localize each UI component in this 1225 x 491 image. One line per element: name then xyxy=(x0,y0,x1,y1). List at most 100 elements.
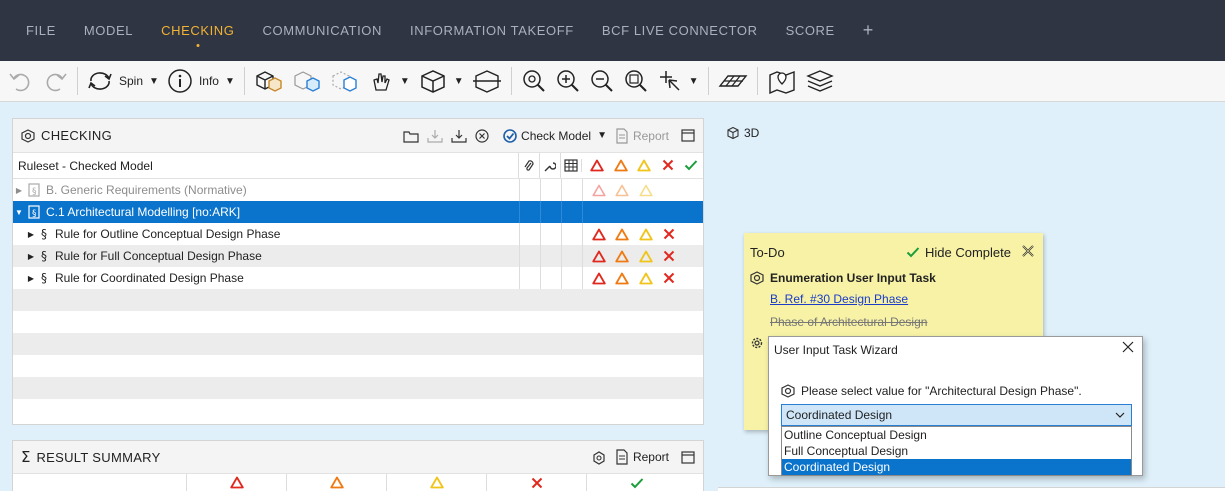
spin-button[interactable]: Spin ▼ xyxy=(83,65,163,97)
maximize-summary-button[interactable] xyxy=(681,450,695,464)
rule-row[interactable]: ▶ § Rule for Full Conceptual Design Phas… xyxy=(13,245,703,267)
menu-model[interactable]: MODEL xyxy=(84,23,133,38)
section-box-icon xyxy=(472,70,501,93)
add-tab-button[interactable]: + xyxy=(863,20,874,41)
wizard-close-button[interactable] xyxy=(1122,341,1134,356)
option-full-conceptual-design[interactable]: Full Conceptual Design xyxy=(782,443,1131,459)
section-icon: § xyxy=(41,249,47,263)
empty-row xyxy=(13,399,703,421)
plan-grid-icon xyxy=(718,75,748,87)
close-icon xyxy=(1122,341,1134,353)
isolate-button[interactable] xyxy=(288,65,326,97)
expand-arrow-icon[interactable]: ▶ xyxy=(25,230,37,239)
menu-score[interactable]: SCORE xyxy=(786,23,835,38)
section-box-button[interactable] xyxy=(468,65,506,97)
undo-button[interactable] xyxy=(4,65,38,97)
major-triangle-icon xyxy=(611,272,635,285)
redo-icon xyxy=(46,73,67,92)
minor-triangle-icon xyxy=(634,272,658,285)
rejected-x-icon xyxy=(658,272,682,284)
pick-tool-button[interactable]: ▼ xyxy=(653,65,703,97)
ruleset-row[interactable]: ▶ § B. Generic Requirements (Normative) xyxy=(13,179,703,201)
critical-triangle-icon xyxy=(587,228,611,241)
design-phase-options: Outline Conceptual Design Full Conceptua… xyxy=(781,426,1132,476)
wizard-title: User Input Task Wizard xyxy=(774,343,898,357)
rejected-x-icon[interactable] xyxy=(656,159,680,172)
expand-arrow-icon[interactable]: ▶ xyxy=(25,274,37,283)
zoom-out-button[interactable] xyxy=(585,65,619,97)
section-icon: § xyxy=(41,227,47,241)
column-header-table[interactable] xyxy=(559,153,581,178)
todo-title: To-Do xyxy=(750,244,785,260)
expand-arrow-icon[interactable]: ▶ xyxy=(13,186,25,195)
close-todo-button[interactable] xyxy=(1021,244,1035,261)
view-3d-label: 3D xyxy=(744,126,760,140)
summary-report-button[interactable]: Report xyxy=(615,449,669,465)
critical-triangle-icon xyxy=(587,272,611,285)
select-tool-button[interactable]: ▼ xyxy=(364,65,414,97)
check-model-button[interactable]: Check Model ▼ xyxy=(503,129,607,143)
collapse-arrow-icon[interactable]: ▼ xyxy=(13,208,25,217)
menu-bcf-live-connector[interactable]: BCF LIVE CONNECTOR xyxy=(602,23,758,38)
view-3d-tab[interactable]: 3D xyxy=(726,126,759,140)
maximize-panel-button[interactable] xyxy=(681,129,695,142)
option-outline-conceptual-design[interactable]: Outline Conceptual Design xyxy=(782,427,1131,443)
approved-check-icon[interactable] xyxy=(680,159,704,172)
transparent-button[interactable] xyxy=(326,65,364,97)
todo-reference-link[interactable]: B. Ref. #30 Design Phase xyxy=(770,292,908,306)
save-ruleset-button[interactable] xyxy=(427,129,443,143)
close-x-icon xyxy=(1022,244,1034,257)
column-header-ruleset[interactable]: Ruleset - Checked Model xyxy=(13,159,518,173)
caret-down-icon: ▼ xyxy=(399,75,410,87)
result-summary-actions: Report xyxy=(583,449,703,465)
download-icon xyxy=(451,129,467,143)
remove-button[interactable] xyxy=(475,128,489,143)
check-circle-icon xyxy=(503,128,517,143)
zoom-in-button[interactable] xyxy=(551,65,585,97)
column-header-attachment[interactable] xyxy=(517,153,539,178)
pick-cursor-icon xyxy=(659,71,680,91)
design-phase-selected-value: Coordinated Design xyxy=(786,408,893,422)
isolate-cubes-icon xyxy=(294,71,320,92)
design-phase-select[interactable]: Coordinated Design xyxy=(781,404,1132,426)
rule-row[interactable]: ▶ § Rule for Coordinated Design Phase xyxy=(13,267,703,289)
critical-triangle-icon[interactable] xyxy=(586,159,610,172)
minor-triangle-icon xyxy=(634,250,658,263)
check-icon xyxy=(906,247,920,258)
transparent-cube-icon xyxy=(332,71,357,92)
expand-arrow-icon[interactable]: ▶ xyxy=(25,252,37,261)
view-cube-button[interactable]: ▼ xyxy=(414,65,468,97)
info-button[interactable]: Info ▼ xyxy=(163,65,239,97)
download-button[interactable] xyxy=(451,129,467,143)
redo-button[interactable] xyxy=(38,65,72,97)
rejected-x-icon xyxy=(658,250,682,262)
option-coordinated-design[interactable]: Coordinated Design xyxy=(782,459,1131,475)
show-all-button[interactable] xyxy=(250,65,288,97)
hide-complete-button[interactable]: Hide Complete xyxy=(906,245,1011,260)
ruleset-folder-icon: § xyxy=(28,183,40,197)
section-icon: § xyxy=(41,271,47,285)
empty-row xyxy=(13,289,703,311)
summary-settings-button[interactable] xyxy=(591,450,607,465)
menu-communication[interactable]: COMMUNICATION xyxy=(263,23,383,38)
menu-file[interactable]: FILE xyxy=(26,23,56,38)
open-folder-button[interactable] xyxy=(403,129,419,143)
layers-button[interactable] xyxy=(801,65,839,97)
rule-row[interactable]: ▶ § Rule for Outline Conceptual Design P… xyxy=(13,223,703,245)
result-summary-panel: Σ RESULT SUMMARY Report xyxy=(12,440,704,491)
zoom-extents-button[interactable] xyxy=(517,65,551,97)
plan-grid-button[interactable] xyxy=(714,65,752,97)
toolbar-separator xyxy=(707,67,709,95)
row-status xyxy=(582,201,587,223)
menu-information-takeoff[interactable]: INFORMATION TAKEOFF xyxy=(410,23,574,38)
toolbar: Spin ▼ Info ▼ ▼ ▼ ▼ xyxy=(0,61,1225,102)
map-button[interactable] xyxy=(763,65,801,97)
major-triangle-icon[interactable] xyxy=(609,159,633,172)
toolbar-separator xyxy=(756,67,758,95)
zoom-window-button[interactable] xyxy=(619,65,653,97)
ruleset-row-selected[interactable]: ▼ § C.1 Architectural Modelling [no:ARK] xyxy=(13,201,703,223)
menu-checking[interactable]: CHECKING xyxy=(161,23,234,38)
column-header-tool[interactable] xyxy=(538,153,560,178)
report-button[interactable]: Report xyxy=(615,127,669,144)
minor-triangle-icon[interactable] xyxy=(633,159,657,172)
